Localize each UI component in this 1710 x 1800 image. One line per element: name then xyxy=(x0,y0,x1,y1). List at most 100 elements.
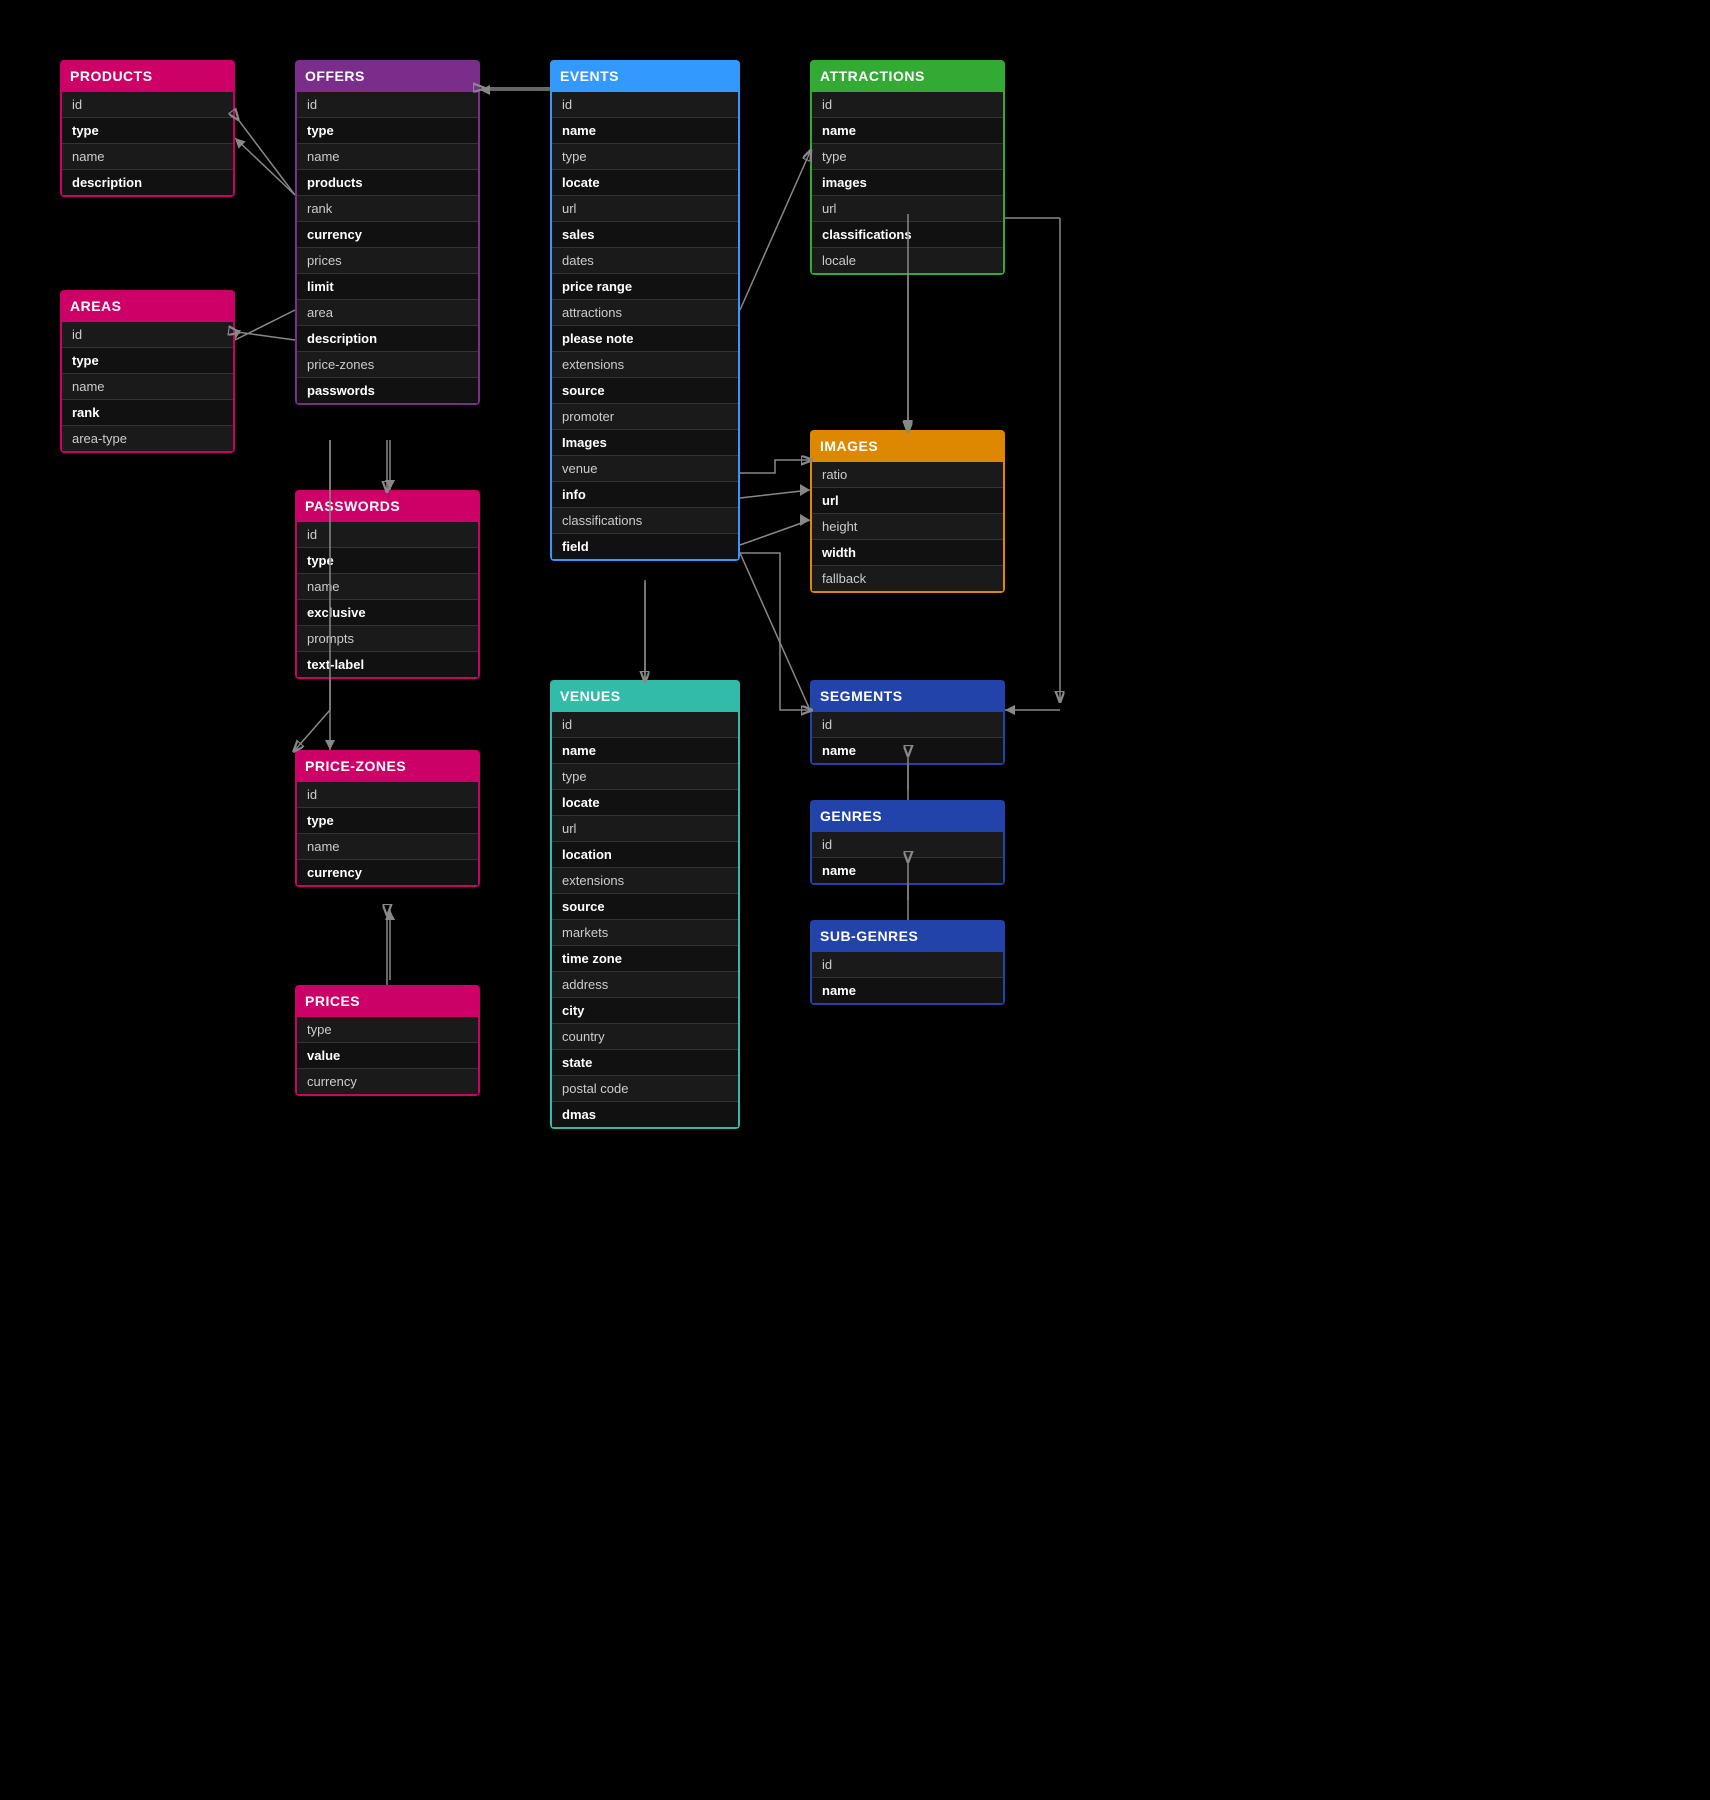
table-row: fallback xyxy=(812,566,1003,591)
table-row: id xyxy=(62,322,233,348)
table-row: attractions xyxy=(552,300,738,326)
table-row: extensions xyxy=(552,352,738,378)
table-row: name xyxy=(297,574,478,600)
table-row: url xyxy=(812,196,1003,222)
table-row: name xyxy=(297,834,478,860)
table-row: extensions xyxy=(552,868,738,894)
table-row: promoter xyxy=(552,404,738,430)
table-row: name xyxy=(812,118,1003,144)
table-row: width xyxy=(812,540,1003,566)
table-row: field xyxy=(552,534,738,559)
table-row: classifications xyxy=(552,508,738,534)
table-row: id xyxy=(62,92,233,118)
entity-events: EVENTS id name type locate url sales dat… xyxy=(550,60,740,561)
table-row: id xyxy=(552,92,738,118)
entity-venues-body: id name type locate url location extensi… xyxy=(550,712,740,1129)
table-row: description xyxy=(62,170,233,195)
table-row: dmas xyxy=(552,1102,738,1127)
table-row: dates xyxy=(552,248,738,274)
table-row: time zone xyxy=(552,946,738,972)
table-row: name xyxy=(552,118,738,144)
table-row: name xyxy=(552,738,738,764)
table-row: postal code xyxy=(552,1076,738,1102)
entity-price-zones: PRICE-ZONES id type name currency xyxy=(295,750,480,887)
table-row: name xyxy=(812,738,1003,763)
table-row: type xyxy=(297,548,478,574)
table-row: locate xyxy=(552,170,738,196)
entity-genres-body: id name xyxy=(810,832,1005,885)
table-row: markets xyxy=(552,920,738,946)
table-row: locale xyxy=(812,248,1003,273)
table-row: name xyxy=(812,978,1003,1003)
table-row: products xyxy=(297,170,478,196)
entity-genres: GENRES id name xyxy=(810,800,1005,885)
table-row: sales xyxy=(552,222,738,248)
table-row: name xyxy=(812,858,1003,883)
entity-subgenres-body: id name xyxy=(810,952,1005,1005)
table-row: type xyxy=(552,764,738,790)
entity-subgenres-header: SUB-GENRES xyxy=(810,920,1005,952)
table-row: location xyxy=(552,842,738,868)
entity-areas: AREAS id type name rank area-type xyxy=(60,290,235,453)
table-row: area-type xyxy=(62,426,233,451)
table-row: currency xyxy=(297,1069,478,1094)
entity-price-zones-body: id type name currency xyxy=(295,782,480,887)
entity-events-header: EVENTS xyxy=(550,60,740,92)
entity-areas-header: AREAS xyxy=(60,290,235,322)
table-row: type xyxy=(552,144,738,170)
entity-attractions-body: id name type images url classifications … xyxy=(810,92,1005,275)
entity-prices-header: PRICES xyxy=(295,985,480,1017)
table-row: type xyxy=(297,808,478,834)
table-row: source xyxy=(552,378,738,404)
table-row: area xyxy=(297,300,478,326)
table-row: passwords xyxy=(297,378,478,403)
table-row: exclusive xyxy=(297,600,478,626)
entity-venues: VENUES id name type locate url location … xyxy=(550,680,740,1129)
entity-attractions: ATTRACTIONS id name type images url clas… xyxy=(810,60,1005,275)
entity-images: IMAGES ratio url height width fallback xyxy=(810,430,1005,593)
table-row: country xyxy=(552,1024,738,1050)
entity-prices-body: type value currency xyxy=(295,1017,480,1096)
entity-subgenres: SUB-GENRES id name xyxy=(810,920,1005,1005)
table-row: info xyxy=(552,482,738,508)
entity-products-body: id type name description xyxy=(60,92,235,197)
entity-offers: OFFERS id type name products rank curren… xyxy=(295,60,480,405)
table-row: name xyxy=(62,144,233,170)
entity-venues-header: VENUES xyxy=(550,680,740,712)
table-row: text-label xyxy=(297,652,478,677)
table-row: value xyxy=(297,1043,478,1069)
table-row: price range xyxy=(552,274,738,300)
entity-passwords-header: PASSWORDS xyxy=(295,490,480,522)
table-row: currency xyxy=(297,222,478,248)
table-row: prompts xyxy=(297,626,478,652)
table-row: id xyxy=(552,712,738,738)
table-row: id xyxy=(297,522,478,548)
table-row: type xyxy=(297,1017,478,1043)
table-row: id xyxy=(297,782,478,808)
table-row: source xyxy=(552,894,738,920)
table-row: id xyxy=(812,92,1003,118)
table-row: prices xyxy=(297,248,478,274)
table-row: url xyxy=(812,488,1003,514)
entity-segments: SEGMENTS id name xyxy=(810,680,1005,765)
table-row: limit xyxy=(297,274,478,300)
table-row: id xyxy=(812,832,1003,858)
table-row: address xyxy=(552,972,738,998)
table-row: id xyxy=(812,712,1003,738)
entity-images-body: ratio url height width fallback xyxy=(810,462,1005,593)
entity-offers-body: id type name products rank currency pric… xyxy=(295,92,480,405)
entity-areas-body: id type name rank area-type xyxy=(60,322,235,453)
table-row: url xyxy=(552,816,738,842)
table-row: rank xyxy=(62,400,233,426)
entity-products: PRODUCTS id type name description xyxy=(60,60,235,197)
entity-segments-body: id name xyxy=(810,712,1005,765)
entity-genres-header: GENRES xyxy=(810,800,1005,832)
table-row: locate xyxy=(552,790,738,816)
table-row: rank xyxy=(297,196,478,222)
table-row: description xyxy=(297,326,478,352)
entity-attractions-header: ATTRACTIONS xyxy=(810,60,1005,92)
table-row: name xyxy=(62,374,233,400)
table-row: id xyxy=(297,92,478,118)
table-row: id xyxy=(812,952,1003,978)
entity-price-zones-header: PRICE-ZONES xyxy=(295,750,480,782)
